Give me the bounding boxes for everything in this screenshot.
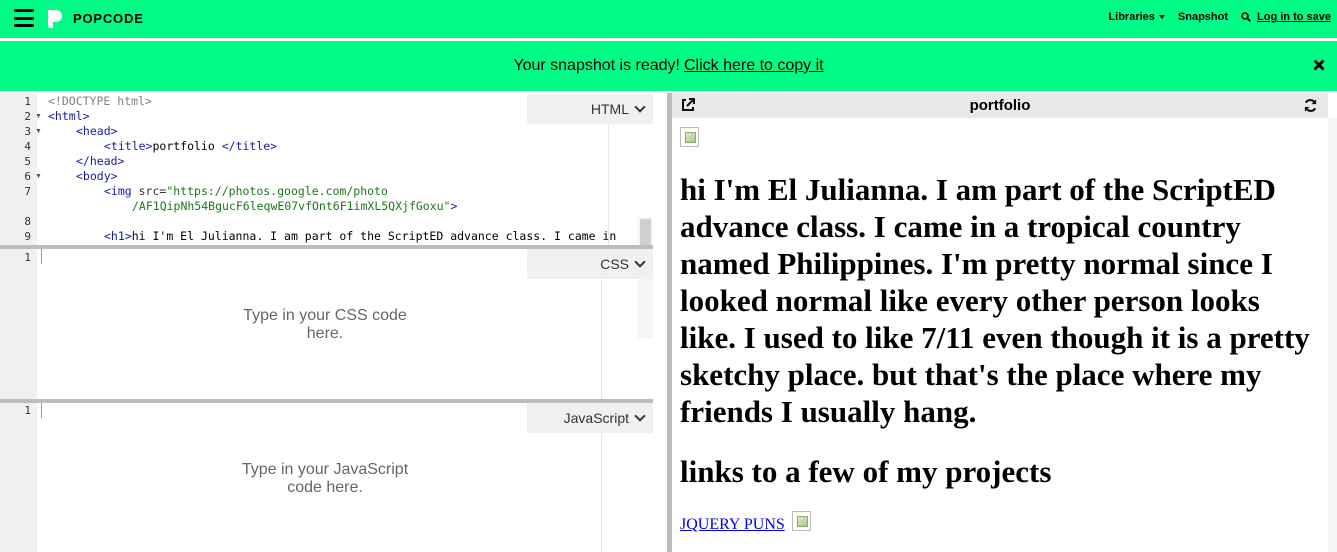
code-text: portfolio	[152, 139, 222, 153]
snapshot-notification: Your snapshot is ready! Click here to co…	[0, 41, 1337, 91]
fold-arrow-icon[interactable]: ▼	[35, 128, 42, 135]
chevron-down-icon	[634, 410, 646, 422]
code-tag: <title>	[104, 139, 153, 153]
menu-icon[interactable]	[14, 9, 34, 27]
libraries-menu[interactable]: Libraries	[1108, 11, 1165, 23]
preview-scrollbar[interactable]	[1328, 118, 1337, 552]
fold-arrow-icon[interactable]: ▼	[35, 113, 42, 120]
text-cursor	[41, 403, 42, 418]
chevron-down-icon	[634, 101, 646, 113]
code-line: /AF1QipNh54BgucF6leqwE07vfOnt6F1imXL5QXj…	[132, 199, 457, 213]
html-editor-label: HTML	[590, 101, 629, 117]
css-placeholder-line: Type in your CSS code	[243, 307, 407, 324]
top-actions: Libraries Snapshot Log in to save	[1095, 11, 1331, 23]
css-gutter	[0, 249, 37, 399]
code-tag: </title>	[221, 139, 278, 153]
css-placeholder-line: here.	[306, 325, 344, 342]
broken-image-icon	[792, 511, 811, 531]
code-tag: <h1>	[104, 229, 132, 243]
code-tag: <head>	[76, 124, 118, 138]
ruler-line	[601, 433, 602, 552]
line-number: 2	[24, 110, 31, 123]
preview-subheading: links to a few of my projects	[680, 454, 1052, 489]
code-line: <body>	[76, 169, 118, 183]
code-string: "https://photos.google.com/photo	[166, 184, 388, 198]
broken-image-icon	[680, 127, 699, 147]
code-tag: >	[450, 199, 458, 213]
close-icon[interactable]	[1312, 58, 1326, 72]
caret-down-icon	[1158, 15, 1165, 19]
line-number: 8	[24, 215, 31, 228]
line-number: 3	[24, 125, 31, 138]
code-tag: <img	[104, 184, 132, 198]
preview-header: portfolio	[672, 93, 1328, 118]
copy-snapshot-link[interactable]: Click here to copy it	[684, 57, 824, 75]
code-tag: <body>	[76, 169, 118, 183]
code-tag: </head>	[76, 154, 125, 168]
line-number: 1	[24, 251, 31, 264]
refresh-icon[interactable]	[1303, 98, 1318, 113]
fold-arrow-icon[interactable]: ▼	[35, 173, 42, 180]
js-placeholder: Type in your JavaScript code here.	[195, 461, 455, 497]
login-label: Log in to save	[1257, 11, 1331, 23]
line-number: 1	[24, 404, 31, 417]
css-editor-toggle[interactable]: CSS	[527, 249, 653, 279]
editor-column: 1 2 ▼ 3 ▼ 4 5 6 ▼ 7 8 9 <!DOCTYPE html> …	[0, 93, 653, 552]
line-number: 7	[24, 185, 31, 198]
js-editor-toggle[interactable]: JavaScript	[527, 403, 653, 433]
code-line: <title>portfolio </title>	[104, 139, 277, 153]
code-text: hi I'm El Julianna. I am part of the Scr…	[131, 229, 617, 243]
snapshot-label: Snapshot	[1177, 11, 1229, 23]
line-number: 6	[24, 170, 31, 183]
line-number: 1	[24, 95, 31, 108]
chevron-down-icon	[634, 256, 646, 268]
ruler-line	[608, 124, 609, 245]
js-placeholder-line: code here.	[287, 479, 363, 496]
code-line: <html>	[48, 109, 90, 123]
popcode-logo-icon	[48, 10, 62, 28]
code-line: <h1>hi I'm El Julianna. I am part of the…	[104, 229, 616, 243]
text-cursor	[41, 249, 42, 264]
code-tag: <html>	[48, 109, 90, 123]
line-number: 9	[24, 230, 31, 243]
js-editor-label: JavaScript	[563, 410, 629, 426]
code-line: <!DOCTYPE html>	[48, 94, 152, 108]
snapshot-button[interactable]: Snapshot	[1178, 11, 1228, 23]
html-editor-toggle[interactable]: HTML	[527, 94, 653, 124]
ruler-line	[601, 279, 602, 399]
line-number: 5	[24, 155, 31, 168]
libraries-label: Libraries	[1108, 11, 1155, 23]
line-number: 4	[24, 140, 31, 153]
project-link[interactable]: JQUERY PUNS	[680, 516, 785, 534]
code-line: <img src="https://photos.google.com/phot…	[104, 184, 388, 198]
css-placeholder: Type in your CSS code here.	[195, 307, 455, 343]
code-attr: src=	[131, 184, 167, 198]
brand-name: POPCODE	[73, 11, 144, 26]
js-placeholder-line: Type in your JavaScript	[241, 461, 409, 478]
code-string: /AF1QipNh54BgucF6leqwE07vfOnt6F1imXL5QXj…	[132, 199, 451, 213]
js-gutter	[0, 403, 37, 552]
search-icon	[1241, 12, 1251, 22]
top-bar: POPCODE Libraries Snapshot Log in to sav…	[0, 0, 1337, 38]
preview-title: portfolio	[969, 97, 1031, 114]
css-editor-label: CSS	[600, 256, 629, 272]
notification-message: Your snapshot is ready!	[513, 57, 680, 74]
code-line: <head>	[76, 124, 118, 138]
preview-heading: hi I'm El Julianna. I am part of the Scr…	[680, 172, 1310, 429]
preview-pane: portfolio hi I'm El Julianna. I am part …	[672, 93, 1337, 552]
code-line: </head>	[76, 154, 124, 168]
login-button[interactable]: Log in to save	[1241, 11, 1331, 23]
